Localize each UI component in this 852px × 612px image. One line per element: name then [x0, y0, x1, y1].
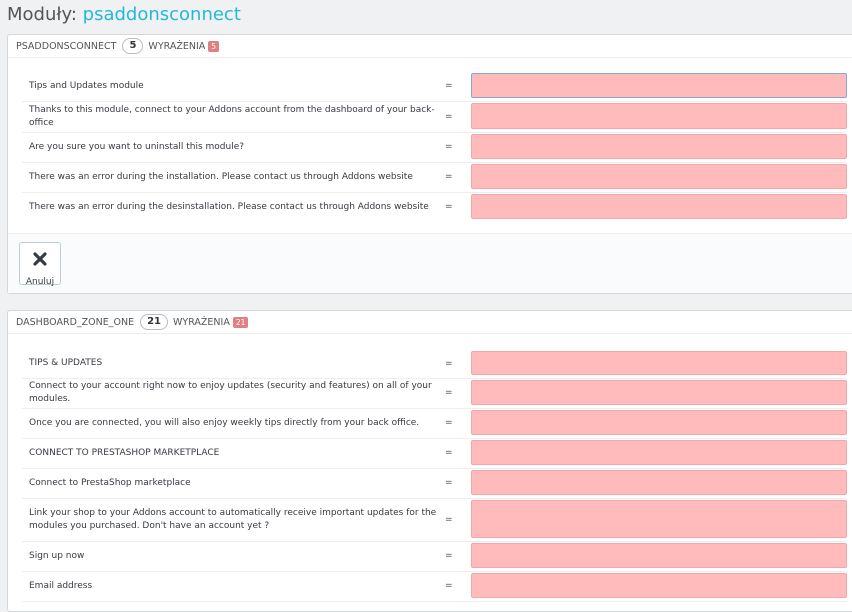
expressions-label: WYRAŻENIA	[173, 316, 230, 328]
source-text: Are you sure you want to uninstall this …	[29, 141, 245, 152]
translation-input[interactable]	[471, 440, 847, 465]
source-text: Sign up now	[29, 550, 85, 561]
page-title-prefix: Moduły:	[7, 4, 77, 25]
cancel-label: Anuluj	[25, 277, 55, 287]
translation-input[interactable]	[471, 103, 847, 129]
equals-sign: =	[445, 202, 453, 212]
translation-row: Connect to your account right now to enj…	[22, 378, 847, 409]
equals-sign: =	[445, 358, 453, 369]
missing-badge: 21	[232, 316, 249, 328]
source-text: CONNECT TO PRESTASHOP MARKETPLACE	[29, 447, 220, 458]
translation-input[interactable]	[471, 73, 847, 98]
source-text: There was an error during the desinstall…	[29, 201, 429, 212]
panel-name: DASHBOARD_ZONE_ONE	[16, 316, 135, 328]
translation-input[interactable]	[471, 351, 847, 375]
source-text: Thanks to this module, connect to your A…	[29, 104, 435, 128]
cancel-button[interactable]: Anuluj	[19, 242, 61, 287]
translation-row: CONNECT TO PRESTASHOP MARKETPLACE =	[22, 438, 847, 469]
equals-sign: =	[445, 448, 453, 458]
equals-sign: =	[445, 81, 453, 91]
missing-badge: 5	[208, 40, 220, 52]
translation-input[interactable]	[471, 573, 847, 598]
equals-sign: =	[445, 551, 453, 561]
panel-name: PSADDONSCONNECT	[16, 40, 117, 52]
translation-input[interactable]	[471, 134, 847, 159]
translation-row: There was an error during the desinstall…	[22, 192, 847, 222]
source-text: Tips and Updates module	[29, 80, 144, 91]
expressions-label: WYRAŻENIA	[148, 40, 206, 52]
panel-psaddonsconnect: PSADDONSCONNECT 5 WYRAŻENIA 5 Tips and U…	[7, 34, 852, 294]
translation-input[interactable]	[471, 164, 847, 189]
expression-count: 21	[140, 314, 168, 330]
translation-input[interactable]	[471, 543, 847, 568]
translation-input[interactable]	[471, 194, 847, 219]
translation-row: Sign up now =	[22, 541, 847, 572]
equals-sign: =	[445, 478, 453, 488]
translation-row: TIPS & UPDATES =	[22, 349, 847, 379]
equals-sign: =	[445, 581, 453, 591]
translation-row: Email address =	[22, 571, 847, 602]
source-text: Connect to your account right now to enj…	[29, 381, 432, 404]
translation-row: Thanks to this module, connect to your A…	[22, 101, 847, 133]
panel-footer: Anuluj	[8, 233, 852, 293]
translation-input[interactable]	[471, 410, 847, 435]
translation-input[interactable]	[471, 470, 847, 495]
source-text: Link your shop to your Addons account to…	[29, 507, 437, 531]
source-text: Once you are connected, you will also en…	[29, 417, 420, 428]
translation-row: Are you sure you want to uninstall this …	[22, 132, 847, 163]
equals-sign: =	[445, 514, 453, 525]
equals-sign: =	[445, 388, 453, 398]
equals-sign: =	[445, 172, 453, 182]
panel-dashboard-zone-one: DASHBOARD_ZONE_ONE 21 WYRAŻENIA 21 TIPS …	[7, 310, 852, 612]
translation-input[interactable]	[471, 380, 847, 405]
expression-count: 5	[122, 38, 144, 54]
module-name: psaddonsconnect	[82, 4, 241, 25]
source-text: TIPS & UPDATES	[29, 358, 103, 368]
equals-sign: =	[445, 418, 453, 428]
source-text: Email address	[29, 580, 93, 591]
panel-heading: DASHBOARD_ZONE_ONE 21 WYRAŻENIA 21	[8, 311, 852, 334]
close-icon	[33, 252, 47, 266]
translation-input[interactable]	[471, 500, 847, 538]
source-text: There was an error during the installati…	[29, 171, 413, 182]
translation-row: Connect to PrestaShop marketplace =	[22, 468, 847, 499]
translation-row: There was an error during the installati…	[22, 162, 847, 193]
source-text: Connect to PrestaShop marketplace	[29, 477, 191, 488]
translation-row: Once you are connected, you will also en…	[22, 408, 847, 439]
translation-row: Tips and Updates module =	[22, 71, 847, 102]
panel-heading: PSADDONSCONNECT 5 WYRAŻENIA 5	[8, 35, 852, 58]
equals-sign: =	[445, 111, 453, 122]
translation-row: Link your shop to your Addons account to…	[22, 498, 847, 542]
page-title: Moduły: psaddonsconnect	[7, 2, 241, 28]
equals-sign: =	[445, 142, 453, 152]
